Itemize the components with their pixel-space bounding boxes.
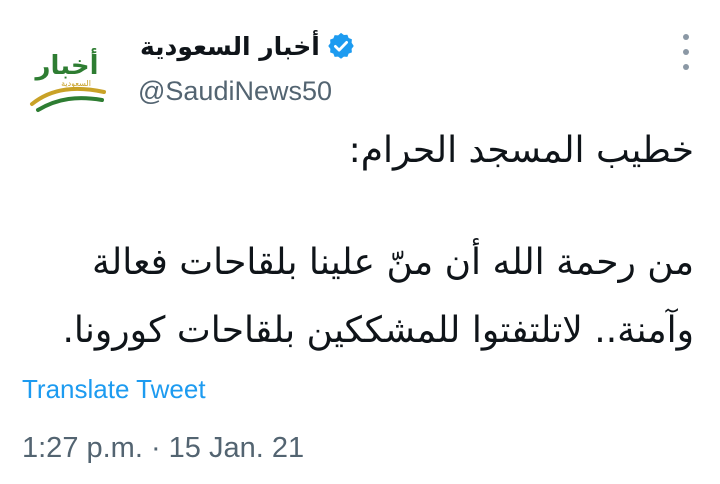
author-row: أخبار السعودية <box>132 28 360 64</box>
more-dot <box>683 34 689 40</box>
author-display-name[interactable]: أخبار السعودية <box>140 32 320 61</box>
avatar-logo-text: أخبار <box>34 48 99 81</box>
translate-tweet-link[interactable]: Translate Tweet <box>22 374 206 405</box>
avatar-logo-icon: أخبار السعودية <box>18 26 116 124</box>
verified-badge-icon <box>328 32 354 59</box>
more-dot <box>683 64 689 70</box>
author-handle[interactable]: @SaudiNews50 <box>138 76 332 107</box>
more-options-icon[interactable] <box>676 34 696 70</box>
tweet-text-line: من رحمة الله أن منّ علينا بلقاحات فعالة <box>92 242 694 283</box>
tweet-timestamp[interactable]: 1:27 p.m. · 15 Jan. 21 <box>22 432 304 465</box>
tweet-text-line: وآمنة.. لاتلتفتوا للمشككين بلقاحات كورون… <box>62 310 694 351</box>
more-dot <box>683 49 689 55</box>
avatar-logo-subtext: السعودية <box>61 79 91 88</box>
tweet-text-line: خطيب المسجد الحرام: <box>348 130 694 171</box>
avatar[interactable]: أخبار السعودية <box>18 26 116 124</box>
tweet-card: أخبار السعودية أخبار السعودية @SaudiNews… <box>0 0 720 484</box>
